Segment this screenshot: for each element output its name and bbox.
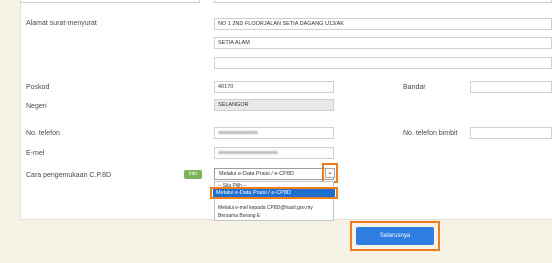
top-field-left[interactable] [20,0,200,3]
telefon-bimbit-label: No. telefon bimbit [403,130,458,137]
telefon-bimbit-field[interactable] [470,127,552,139]
emel-label: E-mel [26,150,45,157]
telefon-label: No. telefon [26,130,60,137]
poskod-label: Poskod [26,84,50,91]
alamat-line2-field[interactable]: SETIA ALAM [214,37,552,49]
cara-label: Cara pengemukaan C.P.8D [26,172,112,179]
cara-select[interactable]: Melalui e-Data Praisi / e-CP8D [214,168,334,180]
top-field-right[interactable] [214,0,552,3]
telefon-field[interactable] [214,127,334,139]
bandar-field[interactable] [470,81,552,93]
alamat-label: Alamat surat-menyurat [26,20,97,27]
option-e-mel[interactable]: Melalui e-mel kepada CP8D@hasil.gov.my [218,205,313,211]
info-badge[interactable]: Info [184,170,202,179]
chevron-down-icon[interactable]: ⌄ [325,168,335,178]
poskod-field[interactable]: 40170 [214,81,334,93]
alamat-line3-field[interactable] [214,57,552,69]
negeri-field: SELANGOR [214,99,334,111]
option-highlight [210,187,338,199]
bandar-label: Bandar [403,84,426,91]
blurred-phone [218,131,258,135]
negeri-label: Negeri [26,103,47,110]
blurred-email [218,151,278,155]
option-borang-e[interactable]: Bersama Borang E [218,213,260,219]
emel-field[interactable] [214,147,334,159]
alamat-line1-field[interactable]: NO 1 2ND FLOORJALAN SETIA DAGANG U13/AK [214,18,552,30]
next-button[interactable]: Seterusnya [356,227,434,245]
